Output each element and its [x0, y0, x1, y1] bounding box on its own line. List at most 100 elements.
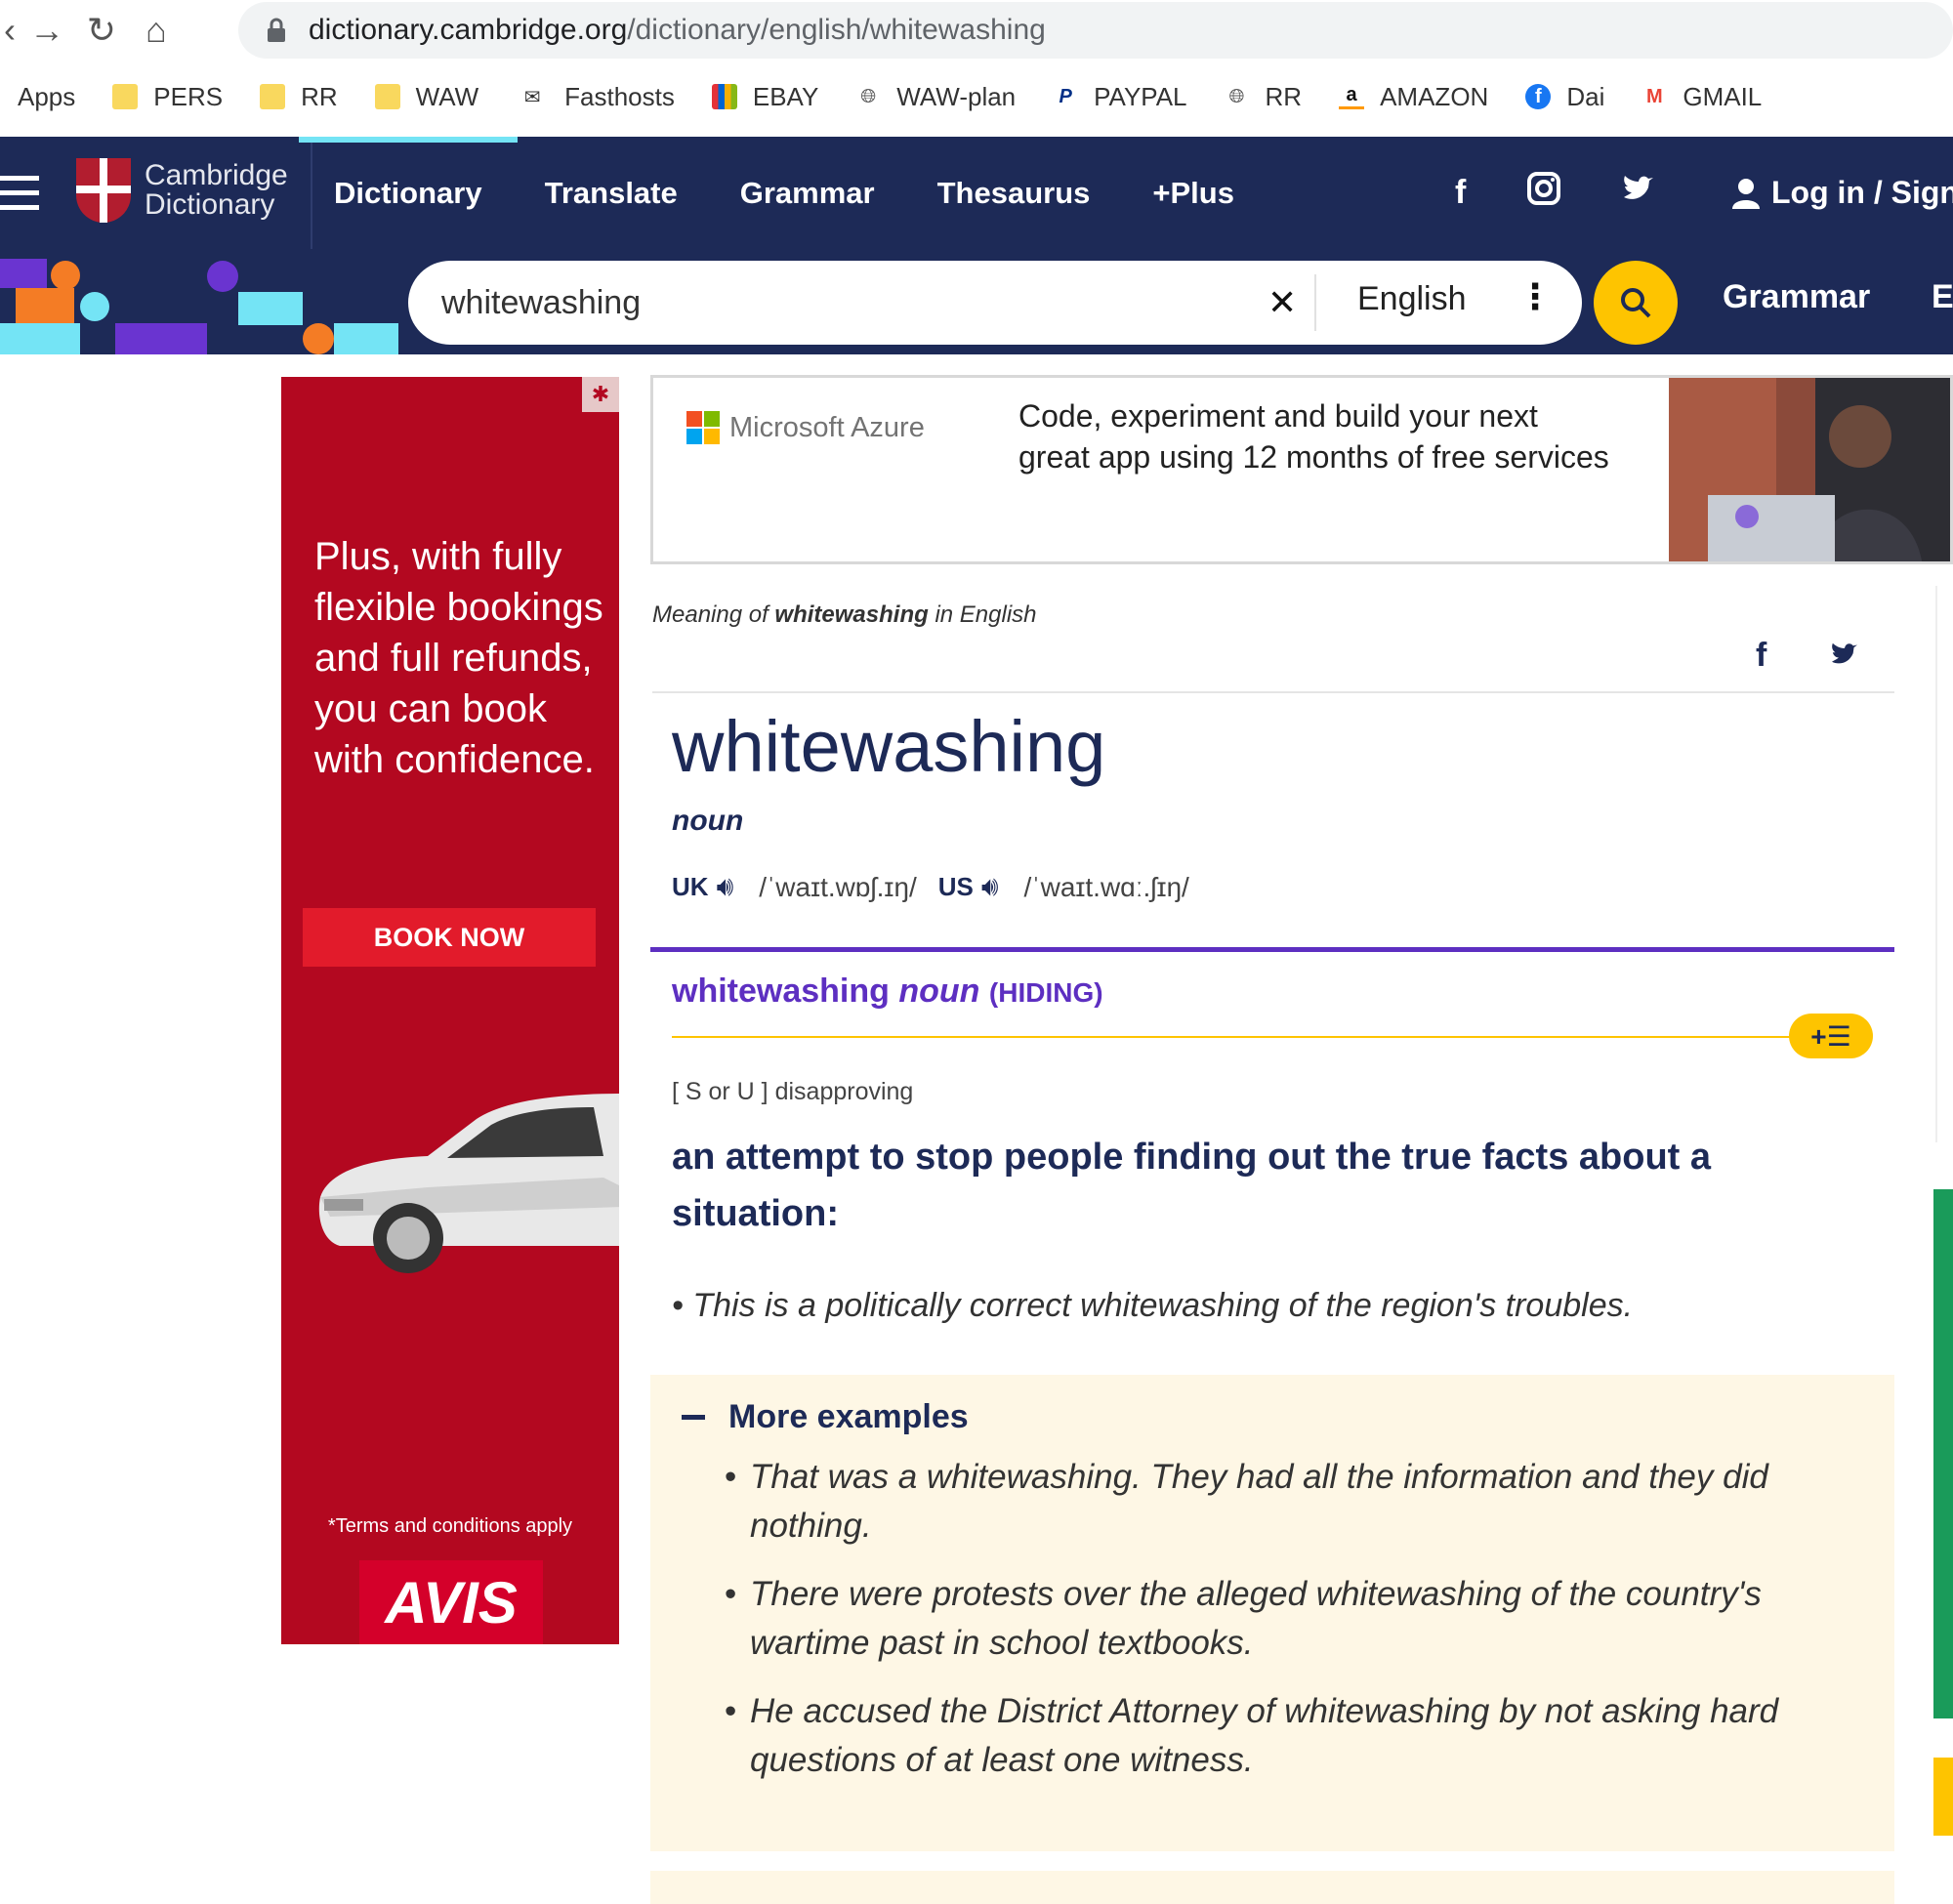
bookmark-paypal[interactable]: P PAYPAL	[1053, 82, 1186, 112]
bookmark-pers[interactable]: PERS	[112, 82, 223, 112]
bookmark-label: GMAIL	[1683, 81, 1763, 111]
search-divider	[1314, 274, 1316, 331]
car-image	[318, 1094, 619, 1273]
dictionary-language-select[interactable]: English	[1357, 280, 1467, 318]
address-bar[interactable]: dictionary.cambridge.org/dictionary/engl…	[238, 2, 1953, 59]
folder-icon	[374, 84, 400, 109]
lock-icon	[268, 18, 285, 42]
more-examples-title: More examples	[728, 1398, 969, 1435]
bookmark-label: Apps	[18, 81, 76, 111]
twitter-icon[interactable]	[1622, 174, 1655, 212]
back-icon[interactable]: ‹	[0, 3, 20, 58]
bookmark-rr[interactable]: RR	[260, 82, 338, 112]
us-label: US	[937, 872, 974, 901]
decor-block	[51, 261, 80, 290]
meaning-breadcrumb: Meaning of whitewashing in English	[652, 601, 1037, 629]
sense-guideword: (HIDING)	[988, 977, 1103, 1008]
tab-thesaurus[interactable]: Thesaurus	[937, 137, 1091, 249]
meaning-suffix: in English	[935, 601, 1037, 628]
ad-photo	[1669, 378, 1950, 561]
right-sidebar-card	[1935, 586, 1953, 1142]
facebook-icon[interactable]: f	[1455, 174, 1466, 212]
us-audio-speaker-icon[interactable]: 🔊︎	[981, 871, 999, 903]
shopping-bag-icon	[711, 84, 737, 109]
forward-icon[interactable]: →	[20, 3, 74, 58]
bookmark-label: WAW	[415, 81, 479, 111]
pronunciation: UK 🔊︎ /ˈwaɪt.wɒʃ.ɪŋ/ US 🔊︎ /ˈwaɪt.wɑː.ʃɪ…	[672, 871, 1211, 903]
logo-line-1: Cambridge	[145, 159, 288, 191]
right-sidebar-banner[interactable]	[1933, 1758, 1953, 1836]
grammar-link[interactable]: Grammar	[1723, 278, 1870, 316]
more-options-icon[interactable]: ⋮	[1517, 276, 1553, 317]
bookmark-waw-plan[interactable]: 🌐︎ WAW-plan	[855, 82, 1016, 112]
bookmark-apps[interactable]: ⋮ Apps	[0, 82, 75, 112]
bookmark-label: RR	[301, 81, 338, 111]
sense-header: whitewashing noun (HIDING)	[672, 973, 1103, 1011]
plus-list-icon: +☰	[1810, 1020, 1851, 1052]
bookmark-waw[interactable]: WAW	[374, 81, 479, 112]
tab-plus[interactable]: +Plus	[1152, 137, 1234, 249]
instagram-icon[interactable]	[1526, 171, 1561, 215]
decor-block	[0, 323, 80, 354]
search-input[interactable]	[441, 283, 1242, 322]
list-item: There were protests over the alleged whi…	[725, 1570, 1844, 1668]
home-icon[interactable]: ⌂	[129, 3, 184, 58]
clear-search-icon[interactable]: ✕	[1267, 282, 1297, 323]
url-path: /dictionary/english/whitewashing	[627, 14, 1046, 46]
bookmark-label: WAW-plan	[896, 81, 1017, 111]
share-facebook-icon[interactable]: f	[1756, 637, 1766, 675]
adchoices-icon[interactable]: ✱	[582, 377, 619, 412]
sense-underline	[672, 1036, 1824, 1038]
list-item: That was a whitewashing. They had all th…	[725, 1453, 1844, 1551]
site-logo[interactable]: Cambridge Dictionary	[76, 158, 288, 223]
decor-block	[16, 288, 74, 323]
ad-terms: *Terms and conditions apply	[327, 1515, 573, 1537]
part-of-speech: noun	[672, 805, 744, 837]
tab-translate[interactable]: Translate	[545, 137, 678, 249]
bookmark-label: AMAZON	[1380, 81, 1489, 111]
bookmark-label: Dai	[1566, 81, 1605, 111]
azure-ad[interactable]: Microsoft Azure Code, experiment and bui…	[650, 375, 1953, 564]
meaning-word: whitewashing	[774, 601, 929, 628]
bookmark-gmail[interactable]: M GMAIL	[1641, 82, 1762, 112]
bookmark-fasthosts[interactable]: ✉ Fasthosts	[516, 82, 675, 112]
grammar-label: [ S or U ] disapproving	[672, 1078, 914, 1105]
header-divider	[311, 137, 312, 249]
search-button[interactable]	[1594, 261, 1678, 345]
login-link[interactable]: Log in / Sign up	[1732, 137, 1953, 249]
english-link[interactable]: English	[1932, 278, 1953, 316]
folder-icon	[112, 84, 139, 109]
user-icon	[1732, 178, 1760, 209]
collapse-minus-icon	[682, 1415, 705, 1420]
uk-audio-speaker-icon[interactable]: 🔊︎	[717, 871, 734, 903]
add-to-wordlist-button[interactable]: +☰	[1789, 1014, 1873, 1058]
reload-icon[interactable]: ↻	[74, 3, 129, 58]
smart-vocabulary-panel	[650, 1871, 1894, 1904]
share-twitter-icon[interactable]	[1830, 639, 1859, 675]
list-item: He accused the District Attorney of whit…	[725, 1687, 1844, 1785]
tab-grammar[interactable]: Grammar	[740, 137, 875, 249]
globe-icon: 🌐︎	[860, 85, 877, 107]
globe-icon: 🌐︎	[1228, 85, 1245, 107]
url-host: dictionary.cambridge.org	[309, 14, 628, 46]
us-ipa: /ˈwaɪt.wɑː.ʃɪŋ/	[1023, 871, 1189, 902]
tab-dictionary[interactable]: Dictionary	[299, 137, 518, 249]
bookmark-label: PAYPAL	[1094, 81, 1187, 111]
microsoft-windows-icon	[686, 411, 720, 444]
bookmark-dai[interactable]: f Dai	[1525, 82, 1604, 112]
ad-copy-line-2: great app using 12 months of free servic…	[1018, 439, 1609, 475]
more-examples-toggle[interactable]: More examples	[682, 1398, 969, 1436]
envelope-icon: ✉	[523, 86, 541, 108]
bookmark-amazon[interactable]: a AMAZON	[1339, 82, 1488, 112]
bookmark-ebay[interactable]: EBAY	[711, 82, 818, 112]
right-sidebar-ad[interactable]	[1933, 1189, 1953, 1718]
menu-icon[interactable]	[0, 176, 39, 220]
ad-copy: Code, experiment and build your next gre…	[1018, 395, 1609, 477]
book-now-button[interactable]: BOOK NOW	[303, 908, 596, 967]
avis-ad[interactable]: ✱ Plus, with fully flexible bookings and…	[281, 377, 619, 1644]
avis-logo: AVIS	[359, 1560, 543, 1644]
bookmark-rr-2[interactable]: 🌐︎ RR	[1225, 82, 1303, 112]
facebook-icon: f	[1525, 84, 1552, 109]
folder-icon	[260, 84, 286, 109]
sense-pos: noun	[898, 973, 980, 1010]
